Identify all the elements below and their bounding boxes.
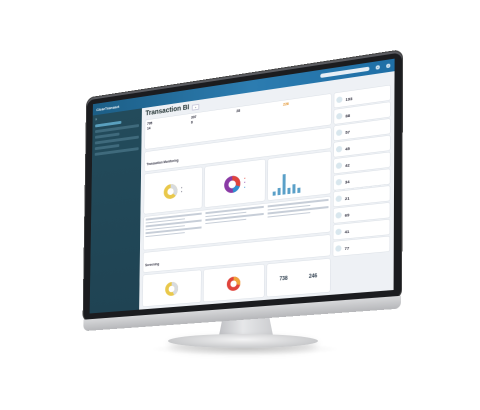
metric-icon xyxy=(335,178,342,186)
bar-chart-card[interactable] xyxy=(267,151,331,201)
donut-chart-icon xyxy=(225,175,241,193)
metric-icon xyxy=(335,228,342,236)
donut-card[interactable]: ● ● ● xyxy=(204,159,266,208)
right-panel: 193 88 57 45 42 34 21 69 41 77 xyxy=(333,85,391,291)
kpi-value: 28 xyxy=(236,108,241,114)
count-value: 246 xyxy=(308,273,318,281)
metric-icon xyxy=(336,129,343,137)
monitor-stand-base xyxy=(168,334,318,348)
donut-chart-icon xyxy=(163,182,178,199)
add-tab-icon[interactable]: + xyxy=(192,103,200,111)
donut-card[interactable] xyxy=(142,270,202,307)
product-mockup: ClearTransact • • ≡ Transaction BI + 795… xyxy=(0,0,480,410)
metric-icon xyxy=(336,96,343,104)
dashboard-screen: ClearTransact • • ≡ Transaction BI + 795… xyxy=(89,58,395,314)
sidebar: ≡ xyxy=(89,108,142,314)
metric-icon xyxy=(335,245,342,252)
menu-icon[interactable]: ≡ xyxy=(95,112,139,122)
bar-chart xyxy=(270,153,329,198)
metric-icon xyxy=(335,211,342,219)
counts-card[interactable]: 738 246 xyxy=(266,258,331,297)
donut-chart-icon xyxy=(165,281,179,297)
metric-icon xyxy=(335,162,343,170)
metric-item[interactable]: 77 xyxy=(333,236,390,257)
donut-card[interactable]: ● ● xyxy=(144,166,203,215)
kpi-item[interactable]: 226 xyxy=(283,96,329,129)
legend: ● ● xyxy=(180,186,183,194)
monitor-bezel: ClearTransact • • ≡ Transaction BI + 795… xyxy=(83,50,403,322)
metric-icon xyxy=(335,195,342,203)
kpi-item[interactable]: 28 xyxy=(236,103,281,135)
kpi-value: 226 xyxy=(283,101,289,107)
main-content: Transaction BI + 795 14 307 8 28 226 Tra… xyxy=(139,71,394,309)
kpi-item[interactable]: 795 14 xyxy=(147,116,189,147)
donut-card[interactable] xyxy=(203,264,265,302)
donut-chart-icon xyxy=(226,275,241,291)
monitor: ClearTransact • • ≡ Transaction BI + 795… xyxy=(83,50,403,332)
metric-icon xyxy=(336,112,343,120)
metric-icon xyxy=(335,145,343,153)
section-title: Transaction Monitoring xyxy=(146,158,179,167)
notification-icon[interactable]: • xyxy=(375,65,380,70)
user-avatar-icon[interactable]: • xyxy=(386,63,391,69)
kpi-item[interactable]: 307 8 xyxy=(191,110,235,141)
section-title: Screening xyxy=(145,262,160,268)
legend: ● ● ● xyxy=(243,176,246,189)
count-value: 738 xyxy=(279,275,288,283)
